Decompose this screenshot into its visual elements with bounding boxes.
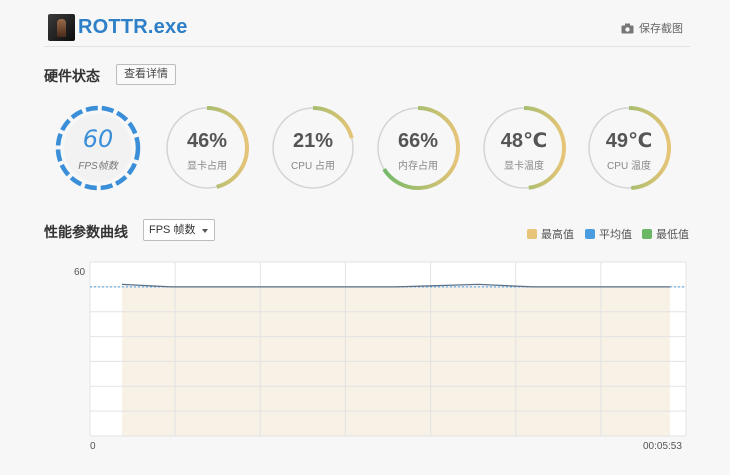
legend-max-label: 最高值 [541,229,574,241]
chart-svg [89,261,687,437]
gauge-value: 48℃ [500,130,548,152]
gauge-fps: 60 FPS帧数 [55,105,141,191]
legend-max-swatch [527,229,537,239]
gauge-cpu-usage: 21% CPU 占用 [270,105,356,191]
legend-avg-label: 平均值 [599,229,632,241]
gauge-label: CPU 占用 [291,161,335,172]
gauge-value: 60 [82,125,114,153]
chevron-down-icon [202,229,208,233]
gauge-label: FPS帧数 [78,161,118,172]
legend-avg-swatch [585,229,595,239]
gauge-value: 21% [292,130,334,152]
x-start-label: 0 [90,441,96,452]
gauge-value: 49℃ [605,130,653,152]
app-title: ROTTR.exe [78,16,188,38]
gauge-label: 显卡温度 [504,161,544,172]
game-icon [48,14,75,41]
x-end-label: 00:05:53 [643,441,682,452]
y-tick-label: 60 [74,267,86,278]
view-details-button[interactable]: 查看详情 [116,64,176,85]
legend-min-label: 最低值 [656,229,689,241]
legend-min-swatch [642,229,652,239]
gauge-label: CPU 温度 [607,161,651,172]
gauge-gpu-usage: 46% 显卡占用 [164,105,250,191]
header: ROTTR.exe 保存截图 [0,0,730,52]
gauge-gpu-temp: 48℃ 显卡温度 [481,105,567,191]
legend-avg: 平均值 [585,226,632,242]
gauge-value: 66% [397,130,439,152]
gauge-memory-usage: 66% 内存占用 [375,105,461,191]
hardware-status-title: 硬件状态 [44,68,100,84]
performance-curve-title: 性能参数曲线 [44,224,128,240]
header-divider [44,46,690,47]
app-window: ROTTR.exe 保存截图 硬件状态 查看详情 60 FPS帧数 46% 显卡占用 2… [0,0,730,475]
metric-select[interactable]: FPS 帧数 [143,219,215,241]
performance-chart: 60 0 00:05:53 [0,252,730,457]
save-screenshot-button[interactable]: 保存截图 [621,20,683,36]
metric-select-value: FPS 帧数 [149,224,196,236]
camera-icon [621,23,634,34]
gauge-label: 内存占用 [398,161,438,172]
gauge-value: 46% [186,130,228,152]
save-screenshot-label: 保存截图 [639,23,683,35]
legend-min: 最低值 [642,226,689,242]
legend-max: 最高值 [527,226,574,242]
gauge-cpu-temp: 49℃ CPU 温度 [586,105,672,191]
gauge-label: 显卡占用 [187,161,227,172]
